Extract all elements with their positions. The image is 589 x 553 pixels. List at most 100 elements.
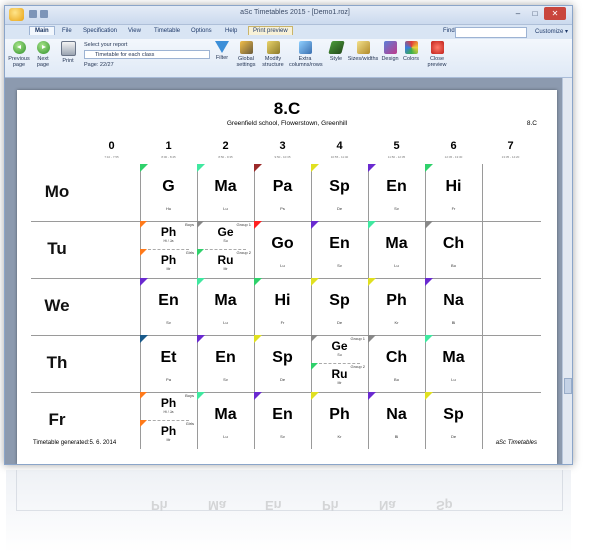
lesson-card[interactable]: Na Bl	[368, 392, 425, 449]
lesson-card[interactable]: Ch Bo	[425, 221, 482, 278]
quick-save-icon[interactable]	[29, 10, 37, 18]
group-divider	[148, 249, 189, 250]
lesson-card[interactable]: Ph Kr	[368, 278, 425, 335]
colors-label: Colors	[403, 56, 419, 62]
modify-structure-button[interactable]: Modify structure	[260, 41, 286, 68]
subject-code: Ph	[160, 225, 177, 239]
subject-color-flag	[311, 164, 319, 172]
global-settings-label: Global settings	[236, 56, 256, 68]
find-input[interactable]	[455, 27, 527, 38]
generated-date: Timetable generated:5. 6. 2014	[33, 440, 117, 446]
lesson-card[interactable]: Sp De	[425, 392, 482, 449]
close-preview-icon	[430, 41, 444, 54]
subject-code: Ph	[329, 406, 350, 423]
lesson-card[interactable]: Hi Fr	[254, 278, 311, 335]
tab-print-preview[interactable]: Print preview	[248, 26, 293, 35]
minimize-button[interactable]: –	[510, 7, 526, 20]
filter-label: Filter	[215, 55, 229, 61]
lesson-group: Group 2 Ru Mr	[197, 249, 254, 277]
teacher-code: Sv	[166, 320, 171, 325]
lesson-card[interactable]: Ma Lu	[425, 335, 482, 392]
tab-specification[interactable]: Specification	[83, 28, 117, 34]
lesson-card[interactable]: Ma Lu	[368, 221, 425, 278]
lesson-card[interactable]: En Sv	[197, 335, 254, 392]
lesson-card[interactable]: Hi Fr	[425, 164, 482, 221]
period-time: 11:50 - 12:35	[387, 155, 406, 159]
subject-code: G	[162, 178, 175, 195]
lesson-card[interactable]: Ma Lu	[197, 278, 254, 335]
filter-button[interactable]: Filter	[213, 41, 231, 61]
global-settings-button[interactable]: Global settings	[234, 41, 258, 68]
lesson-card[interactable]: Ma Lu	[197, 392, 254, 449]
lesson-card[interactable]: Pa Ps	[254, 164, 311, 221]
previous-page-label: Previous page	[8, 56, 30, 68]
lesson-group: Group 2 Ru Mr	[311, 363, 368, 391]
subject-code: Sp	[443, 406, 464, 423]
report-select[interactable]: Timetable for each class	[84, 50, 210, 59]
report-select-label: Select your report	[84, 42, 128, 48]
tab-view[interactable]: View	[128, 28, 141, 34]
day-label: We	[44, 296, 70, 315]
lesson-card[interactable]: Ph Kr	[311, 392, 368, 449]
vertical-scrollbar[interactable]	[562, 78, 572, 464]
tab-options[interactable]: Options	[191, 28, 212, 34]
lesson-card[interactable]: En Sv	[140, 278, 197, 335]
subject-color-flag	[197, 164, 205, 172]
lesson-card[interactable]: Boys Ph Hi / Ja Girls Ph Mr	[140, 392, 197, 449]
period-number: 4	[336, 140, 343, 152]
tab-timetable[interactable]: Timetable	[154, 28, 180, 34]
tab-help[interactable]: Help	[225, 28, 237, 34]
subject-color-flag	[140, 164, 148, 172]
quick-undo-icon[interactable]	[40, 10, 48, 18]
lesson-card[interactable]: Sp De	[254, 335, 311, 392]
lesson-card[interactable]: Sp De	[311, 278, 368, 335]
maximize-button[interactable]: □	[527, 7, 543, 20]
tab-file[interactable]: File	[62, 28, 72, 34]
lesson-card[interactable]: Ch Bo	[368, 335, 425, 392]
teacher-code: Fr	[280, 320, 285, 325]
lesson-card[interactable]: En Sv	[254, 392, 311, 449]
close-window-button[interactable]: ✕	[544, 7, 566, 20]
subject-color-flag	[197, 278, 205, 286]
subject-code: Ma	[214, 178, 237, 195]
lesson-card[interactable]: Boys Ph Hi / Ja Girls Ph Mr	[140, 221, 197, 278]
extra-columns-button[interactable]: Extra columns/rows	[289, 41, 323, 68]
lesson-card[interactable]: Et Pa	[140, 335, 197, 392]
teacher-code: Hi / Ja	[163, 239, 174, 243]
period-number: 7	[507, 140, 514, 152]
subject-code: Ge	[331, 339, 348, 353]
subject-color-flag	[425, 278, 433, 286]
subject-color-flag	[254, 278, 262, 286]
lesson-card[interactable]: Na Bl	[425, 278, 482, 335]
sizes-widths-button[interactable]: Sizes/widths	[347, 41, 379, 62]
subject-code: Et	[160, 349, 177, 366]
lesson-card[interactable]: G Hu	[140, 164, 197, 221]
teacher-code: Su	[223, 239, 228, 243]
app-menu-icon[interactable]	[9, 8, 24, 21]
lesson-card[interactable]: Group 1 Ge Su Group 2 Ru Mr	[197, 221, 254, 278]
subject-code: Pa	[272, 178, 293, 195]
lesson-card[interactable]: Sp De	[311, 164, 368, 221]
lesson-card[interactable]: En Sv	[311, 221, 368, 278]
subject-code: En	[158, 292, 179, 309]
lesson-card[interactable]: Ma Lu	[197, 164, 254, 221]
teacher-code: Mr	[223, 267, 228, 271]
tab-main[interactable]: Main	[29, 26, 55, 35]
customize-menu[interactable]: Customize ▾	[535, 28, 568, 35]
print-button[interactable]: Print	[58, 41, 78, 64]
lesson-card[interactable]: En Sv	[368, 164, 425, 221]
lesson-card[interactable]: Group 1 Ge Su Group 2 Ru Mr	[311, 335, 368, 392]
scrollbar-thumb[interactable]	[564, 378, 572, 394]
style-button[interactable]: Style	[327, 41, 345, 62]
group-divider	[205, 249, 246, 250]
next-page-icon	[36, 41, 50, 54]
period-number: 0	[108, 140, 115, 152]
colors-button[interactable]: Colors	[401, 41, 421, 62]
close-preview-button[interactable]: Close preview	[425, 41, 449, 68]
sizes-icon	[356, 41, 370, 54]
lesson-card[interactable]: Go Lu	[254, 221, 311, 278]
subject-code: Ph	[160, 396, 177, 410]
previous-page-button[interactable]: Previous page	[8, 41, 30, 68]
next-page-button[interactable]: Next page	[32, 41, 54, 68]
design-button[interactable]: Design	[380, 41, 400, 62]
